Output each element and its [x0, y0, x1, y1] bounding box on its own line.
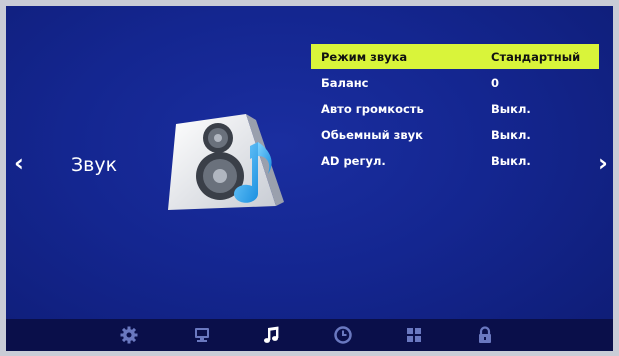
section-title: Звук [71, 154, 118, 176]
lock-icon[interactable] [475, 325, 495, 345]
menu-item-value: Стандартный [491, 50, 581, 64]
menu-item-value: Выкл. [491, 102, 531, 116]
grid-icon[interactable] [404, 325, 424, 345]
menu-item-value: 0 [491, 76, 500, 90]
bottom-tab-bar [6, 319, 613, 351]
menu-item-label: Режим звука [321, 50, 408, 64]
menu-item-value: Выкл. [491, 154, 531, 168]
menu-item-label: Обьемный звук [321, 128, 423, 142]
speaker-icon [168, 114, 284, 210]
menu-item-auto-volume[interactable]: Авто громкость Выкл. [311, 96, 599, 121]
menu-item-label: Авто громкость [321, 102, 424, 116]
menu-item-balance[interactable]: Баланс 0 [311, 70, 599, 95]
clock-icon[interactable] [333, 325, 353, 345]
menu-item-label: AD регул. [321, 154, 386, 168]
music-note-icon[interactable] [262, 325, 282, 345]
menu-item-value: Выкл. [491, 128, 531, 142]
menu-item-label: Баланс [321, 76, 369, 90]
monitor-icon[interactable] [192, 325, 212, 345]
nav-right-arrow[interactable]: › [598, 148, 608, 178]
menu-item-sound-mode[interactable]: Режим звука Стандартный [311, 44, 599, 69]
menu-item-surround-sound[interactable]: Обьемный звук Выкл. [311, 122, 599, 147]
sound-menu: Режим звука Стандартный Баланс 0 Авто гр… [311, 44, 599, 174]
nav-left-arrow[interactable]: ‹ [14, 148, 24, 178]
tv-screen: ‹ Звук › Режим звука Стандартный Баланс … [6, 6, 613, 351]
gear-icon[interactable] [119, 325, 139, 345]
menu-item-ad-control[interactable]: AD регул. Выкл. [311, 148, 599, 173]
